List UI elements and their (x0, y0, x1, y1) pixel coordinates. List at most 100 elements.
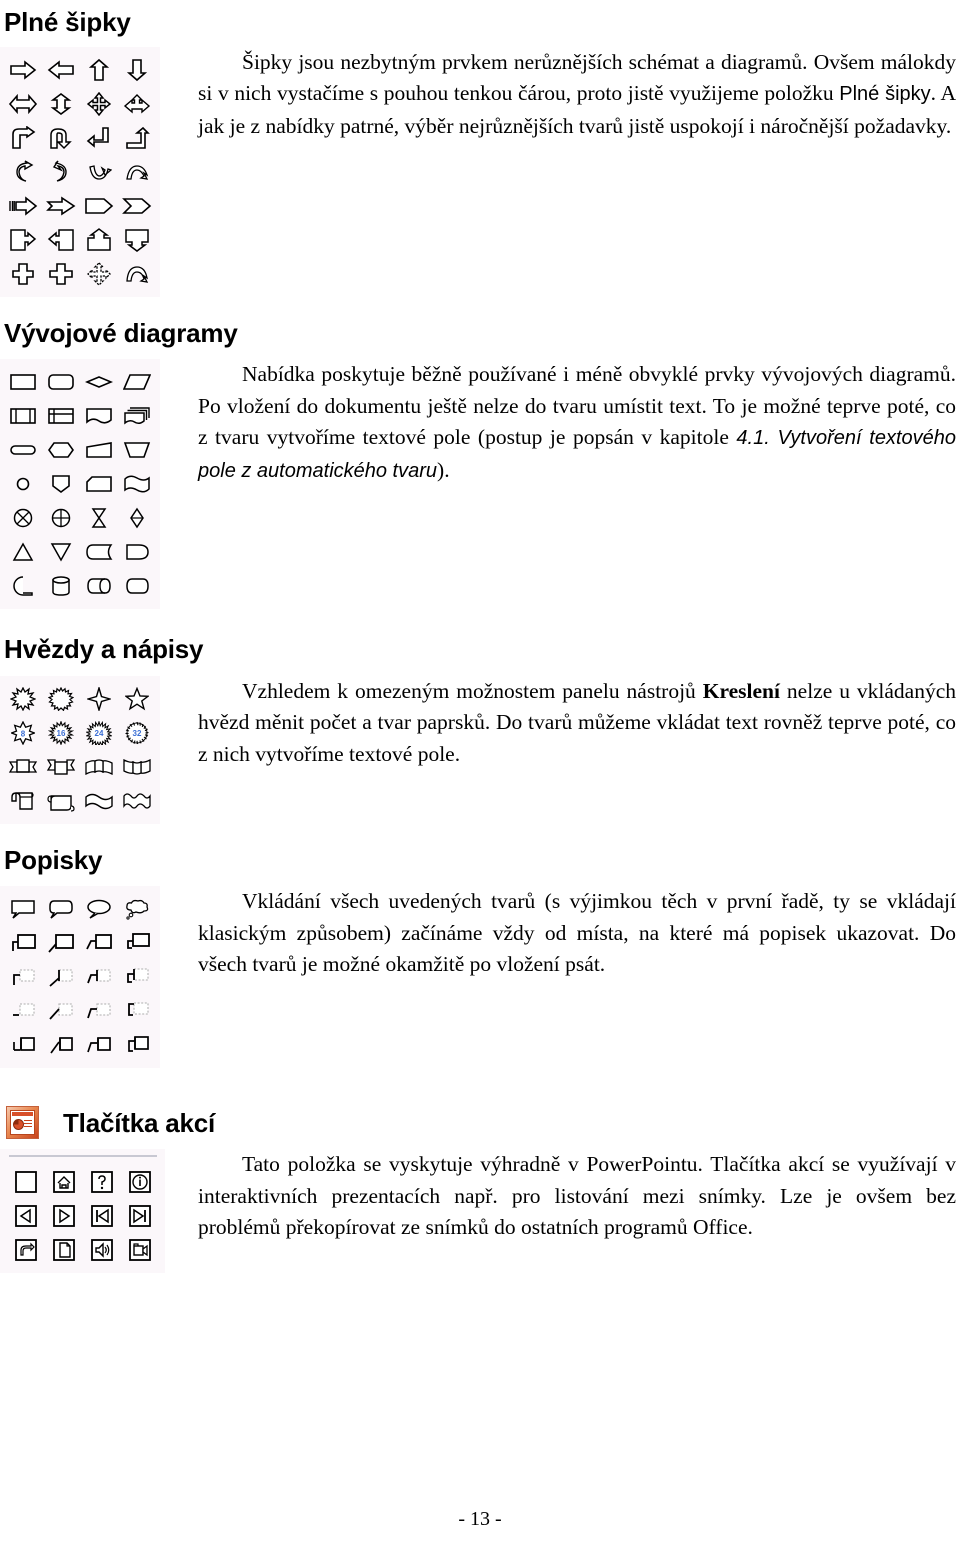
stars-and-banners-palette[interactable]: 8 16 24 32 (0, 675, 160, 824)
shape-star-4-point[interactable] (80, 682, 118, 716)
shape-explosion-2[interactable] (42, 682, 80, 716)
shape-left-right-up-arrow[interactable] (118, 87, 156, 121)
shape-left-right-arrow[interactable] (4, 87, 42, 121)
shape-line-callout-4-no-border[interactable] (118, 1028, 156, 1062)
shape-flowchart-collate[interactable] (80, 501, 118, 535)
shape-curved-up-ribbon[interactable] (80, 750, 118, 784)
shape-line-callout-4[interactable] (118, 926, 156, 960)
shape-flowchart-or[interactable] (42, 501, 80, 535)
shape-quad-arrow[interactable] (80, 87, 118, 121)
shape-flowchart-manual-operation[interactable] (118, 433, 156, 467)
shape-rectangular-callout[interactable] (4, 892, 42, 926)
shape-right-arrow-callout[interactable] (4, 223, 42, 257)
shape-flowchart-sort[interactable] (118, 501, 156, 535)
shape-down-ribbon[interactable] (42, 750, 80, 784)
shape-pentagon-arrow[interactable] (80, 189, 118, 223)
shape-flowchart-stored-data[interactable] (80, 535, 118, 569)
shape-flowchart-predefined-process[interactable] (4, 399, 42, 433)
shape-arrow-up[interactable] (80, 53, 118, 87)
shape-star-8-point[interactable]: 8 (4, 716, 42, 750)
shape-explosion-1[interactable] (4, 682, 42, 716)
shape-star-32-point[interactable]: 32 (118, 716, 156, 750)
shape-rounded-rectangular-callout[interactable] (42, 892, 80, 926)
shape-star-5-point[interactable] (118, 682, 156, 716)
shape-star-16-point[interactable]: 16 (42, 716, 80, 750)
action-button-back-or-previous[interactable] (7, 1199, 45, 1233)
shape-flowchart-card[interactable] (80, 467, 118, 501)
shape-flowchart-data[interactable] (118, 365, 156, 399)
shape-line-callout-2[interactable] (42, 926, 80, 960)
shape-vertical-scroll[interactable] (4, 784, 42, 818)
shape-line-callout-1-accent-bar[interactable] (4, 960, 42, 994)
shape-up-arrow-callout[interactable] (80, 223, 118, 257)
shape-flowchart-alternate-process[interactable] (42, 365, 80, 399)
shape-circular-arrow[interactable] (118, 257, 156, 291)
shape-bent-arrow[interactable] (4, 121, 42, 155)
shape-quad-arrow-callout[interactable] (42, 257, 80, 291)
shape-flowchart-document[interactable] (80, 399, 118, 433)
shape-flowchart-merge[interactable] (42, 535, 80, 569)
shape-flowchart-internal-storage[interactable] (42, 399, 80, 433)
shape-curved-down-arrow[interactable] (80, 155, 118, 189)
shape-line-callout-2-accent-bar[interactable] (42, 960, 80, 994)
shape-arrow-right[interactable] (4, 53, 42, 87)
shape-line-callout-1[interactable] (4, 926, 42, 960)
shape-chevron-arrow[interactable] (118, 189, 156, 223)
shape-arrow-down[interactable] (118, 53, 156, 87)
shape-flowchart-punched-tape[interactable] (118, 467, 156, 501)
shape-line-callout-3[interactable] (80, 926, 118, 960)
shape-flowchart-extract[interactable] (4, 535, 42, 569)
shape-oval-callout[interactable] (80, 892, 118, 926)
shape-callout-1-accent[interactable] (4, 994, 42, 1028)
action-button-information[interactable] (121, 1165, 159, 1199)
action-button-end[interactable] (121, 1199, 159, 1233)
shape-up-down-arrow[interactable] (42, 87, 80, 121)
action-button-help[interactable] (83, 1165, 121, 1199)
shape-star-24-point[interactable]: 24 (80, 716, 118, 750)
block-arrows-palette[interactable] (0, 46, 160, 297)
action-button-forward-or-next[interactable] (45, 1199, 83, 1233)
shape-line-callout-2-no-border[interactable] (42, 1028, 80, 1062)
shape-flowchart-magnetic-disk[interactable] (42, 569, 80, 603)
flowchart-palette[interactable] (0, 359, 160, 610)
action-button-custom[interactable] (7, 1165, 45, 1199)
shape-down-arrow-callout[interactable] (118, 223, 156, 257)
shape-flowchart-delay[interactable] (118, 535, 156, 569)
action-button-movie[interactable] (121, 1233, 159, 1267)
shape-arrow-left[interactable] (42, 53, 80, 87)
shape-four-way-arrow[interactable] (80, 257, 118, 291)
shape-callout-4-accent[interactable] (118, 994, 156, 1028)
shape-striped-right-arrow[interactable] (4, 189, 42, 223)
shape-flowchart-connector[interactable] (4, 467, 42, 501)
shape-up-ribbon[interactable] (4, 750, 42, 784)
shape-notched-right-arrow[interactable] (42, 189, 80, 223)
shape-left-up-arrow[interactable] (80, 121, 118, 155)
shape-line-callout-3-no-border[interactable] (80, 1028, 118, 1062)
shape-line-callout-1-no-border[interactable] (4, 1028, 42, 1062)
shape-flowchart-direct-access-storage[interactable] (80, 569, 118, 603)
shape-bent-up-arrow[interactable] (118, 121, 156, 155)
shape-flowchart-summing-junction[interactable] (4, 501, 42, 535)
shape-line-callout-4-accent-bar[interactable] (118, 960, 156, 994)
shape-flowchart-process[interactable] (4, 365, 42, 399)
shape-double-wave[interactable] (118, 784, 156, 818)
shape-flowchart-terminator[interactable] (4, 433, 42, 467)
shape-flowchart-offpage-connector[interactable] (42, 467, 80, 501)
shape-horizontal-scroll[interactable] (42, 784, 80, 818)
shape-line-callout-3-accent-bar[interactable] (80, 960, 118, 994)
action-button-beginning[interactable] (83, 1199, 121, 1233)
shape-flowchart-multidocument[interactable] (118, 399, 156, 433)
action-button-return[interactable] (7, 1233, 45, 1267)
shape-cloud-callout[interactable] (118, 892, 156, 926)
shape-curved-up-arrow[interactable] (118, 155, 156, 189)
shape-flowchart-display[interactable] (118, 569, 156, 603)
callouts-palette[interactable] (0, 886, 160, 1069)
shape-curved-left-arrow[interactable] (4, 155, 42, 189)
action-button-home[interactable] (45, 1165, 83, 1199)
shape-u-turn-arrow[interactable] (42, 121, 80, 155)
shape-flowchart-manual-input[interactable] (80, 433, 118, 467)
shape-flowchart-preparation[interactable] (42, 433, 80, 467)
action-buttons-palette[interactable] (0, 1149, 165, 1274)
shape-flowchart-decision[interactable] (80, 365, 118, 399)
shape-callout-3-accent[interactable] (80, 994, 118, 1028)
